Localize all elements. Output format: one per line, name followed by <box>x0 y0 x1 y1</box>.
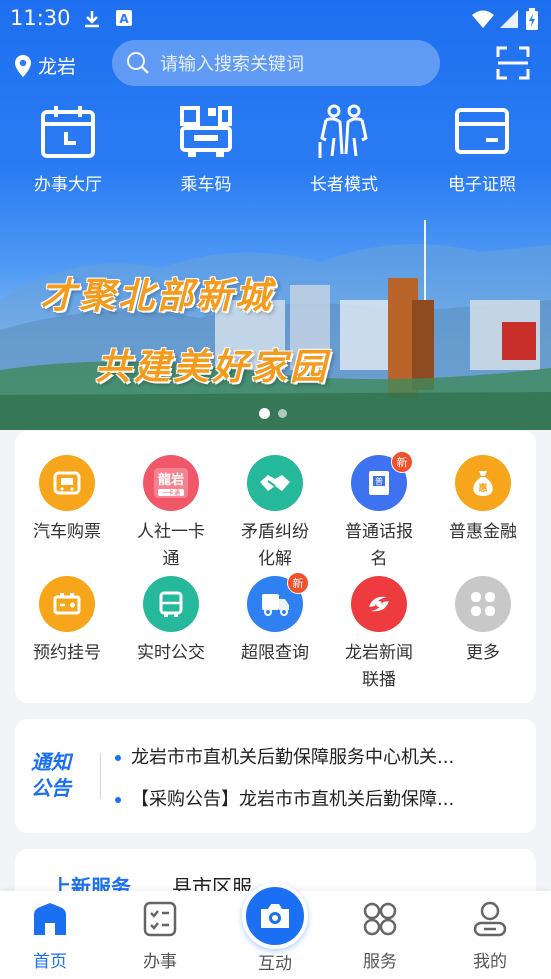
promo-banner[interactable]: 才聚北部新城 共建美好家园 <box>0 215 551 430</box>
quick-action-e-license[interactable]: 电子证照 <box>422 104 542 195</box>
battery-status-icon <box>526 8 538 30</box>
search-placeholder: 请输入搜索关键词 <box>160 54 304 75</box>
handshake-icon <box>247 455 303 511</box>
grid-icon <box>455 576 511 632</box>
money-bag-icon: 惠 <box>455 455 511 511</box>
battery-icon <box>39 576 95 632</box>
truck-icon: 新 <box>247 572 309 632</box>
quick-action-office-hall[interactable]: 办事大厅 <box>8 104 128 195</box>
service-label: 人社一卡通 <box>137 522 205 569</box>
nav-label: 我的 <box>473 952 507 972</box>
nav-label: 首页 <box>33 952 67 972</box>
banner-slogan-line1: 才聚北部新城 <box>40 275 275 317</box>
service-label: 龙岩新闻联播 <box>345 643 413 690</box>
service-mandarin-test[interactable]: 普 新 普通话报名 <box>327 451 431 573</box>
notice-item[interactable]: 龙岩市市直机关后勤保障服务中心机关... <box>115 743 454 769</box>
bus-qr-icon <box>180 106 232 157</box>
quick-action-bus-code[interactable]: 乘车码 <box>146 104 266 195</box>
profile-icon <box>473 901 507 937</box>
location-selector[interactable]: 龙岩 <box>14 52 76 79</box>
notice-card: 通知 公告 龙岩市市直机关后勤保障服务中心机关... 【采购公告】龙岩市市直机关… <box>15 719 536 833</box>
nav-label: 办事 <box>143 952 177 972</box>
service-social-card[interactable]: 龍岩 一卡通 人社一卡通 <box>119 455 223 573</box>
new-badge: 新 <box>391 451 413 473</box>
nav-interact-button[interactable] <box>242 883 308 949</box>
nav-label: 互动 <box>258 954 292 974</box>
service-label: 矛盾纠纷化解 <box>241 522 309 569</box>
service-overlimit-query[interactable]: 新 超限查询 <box>223 572 327 667</box>
service-inclusive-finance[interactable]: 惠 普惠金融 <box>431 455 535 546</box>
service-label: 预约挂号 <box>33 643 101 663</box>
service-label: 普惠金融 <box>449 522 517 542</box>
card-icon <box>455 108 509 154</box>
service-label: 更多 <box>466 643 500 663</box>
calendar-icon <box>41 106 95 158</box>
service-label: 实时公交 <box>137 643 205 663</box>
social-card-icon: 龍岩 一卡通 <box>143 455 199 511</box>
app-a-icon: A <box>116 10 132 26</box>
quick-action-label: 办事大厅 <box>34 175 102 195</box>
wifi-icon <box>472 10 494 28</box>
checklist-icon <box>143 901 177 937</box>
notice-logo-line2: 公告 <box>31 776 71 800</box>
nav-label: 服务 <box>363 952 397 972</box>
banner-pagination <box>259 408 287 419</box>
svg-text:惠: 惠 <box>478 482 487 494</box>
location-label: 龙岩 <box>38 56 77 78</box>
status-time: 11:30 <box>10 6 71 30</box>
hero-header: 11:30 A 龙岩 请输入搜索关键词 办事大厅 乘车码 长者模式 电子证照 才… <box>0 0 551 430</box>
quick-action-label: 长者模式 <box>310 175 378 195</box>
home-icon <box>34 903 66 935</box>
svg-text:A: A <box>119 12 129 26</box>
mandarin-book-icon: 普 新 <box>351 451 413 511</box>
quick-action-elderly-mode[interactable]: 长者模式 <box>284 104 404 195</box>
quick-action-label: 电子证照 <box>448 175 516 195</box>
service-more[interactable]: 更多 <box>431 576 535 667</box>
services-card: 汽车购票 龍岩 一卡通 人社一卡通 矛盾纠纷化解 普 新 普通话报名 惠 普惠金融… <box>15 431 536 703</box>
notice-item[interactable]: 【采购公告】龙岩市市直机关后勤保障... <box>115 785 454 811</box>
svg-text:一卡通: 一卡通 <box>162 489 180 497</box>
service-dispute-resolution[interactable]: 矛盾纠纷化解 <box>223 455 327 573</box>
nav-services[interactable]: 服务 <box>335 901 425 972</box>
download-icon <box>85 11 99 28</box>
bus-ticket-icon <box>39 455 95 511</box>
services-grid-icon <box>363 902 397 936</box>
search-icon <box>127 52 149 74</box>
service-realtime-bus[interactable]: 实时公交 <box>119 576 223 667</box>
service-bus-ticket[interactable]: 汽车购票 <box>15 455 119 546</box>
svg-text:龍岩: 龍岩 <box>158 472 184 488</box>
banner-slogan-line2: 共建美好家园 <box>95 346 330 388</box>
news-logo-icon <box>351 576 407 632</box>
scan-icon[interactable] <box>496 46 530 80</box>
service-longyan-news[interactable]: 龙岩新闻联播 <box>327 576 431 694</box>
new-badge: 新 <box>287 572 309 594</box>
location-pin-icon <box>15 54 31 77</box>
svg-text:普: 普 <box>375 476 383 486</box>
notice-logo: 通知 公告 <box>31 749 91 801</box>
service-label: 超限查询 <box>241 643 309 663</box>
service-appointment[interactable]: 预约挂号 <box>15 576 119 667</box>
quick-action-label: 乘车码 <box>180 175 232 195</box>
elderly-icon <box>318 104 368 158</box>
notice-divider <box>100 753 101 799</box>
nav-profile[interactable]: 我的 <box>445 901 535 972</box>
signal-icon <box>500 10 518 28</box>
status-bar: 11:30 A <box>0 0 551 38</box>
bottom-navigation: 首页 办事 互动 服务 我的 <box>0 883 551 979</box>
quick-actions: 办事大厅 乘车码 长者模式 电子证照 <box>0 104 551 214</box>
bus-icon <box>143 576 199 632</box>
service-label: 汽车购票 <box>33 522 101 542</box>
nav-affairs[interactable]: 办事 <box>115 901 205 972</box>
camera-icon <box>261 904 289 928</box>
nav-home[interactable]: 首页 <box>5 901 95 972</box>
top-bar: 龙岩 请输入搜索关键词 <box>0 40 551 88</box>
pagination-dot[interactable] <box>278 409 287 418</box>
pagination-dot-active[interactable] <box>259 408 270 419</box>
service-label: 普通话报名 <box>345 522 413 569</box>
search-input[interactable]: 请输入搜索关键词 <box>112 40 440 86</box>
notice-logo-line1: 通知 <box>31 750 71 774</box>
